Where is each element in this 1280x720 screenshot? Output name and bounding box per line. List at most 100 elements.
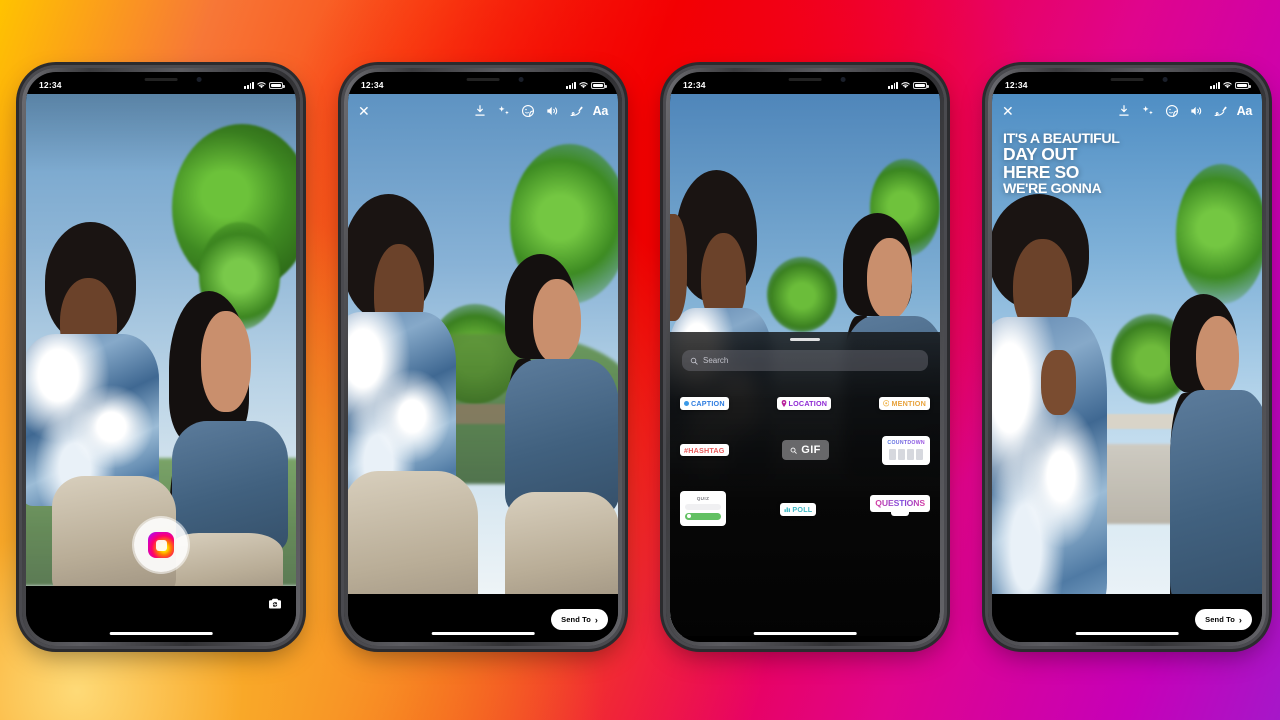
hashtag-sticker[interactable]: #HASHTAG bbox=[680, 444, 729, 457]
signal-bars-icon bbox=[244, 81, 254, 89]
send-to-button[interactable]: Send To › bbox=[1195, 609, 1252, 630]
camera-flip-icon[interactable] bbox=[266, 595, 284, 613]
quiz-option-blank bbox=[685, 503, 721, 510]
story-text-line-4: WE'RE GONNA bbox=[1003, 181, 1102, 198]
search-placeholder: Search bbox=[703, 356, 729, 366]
person-left bbox=[992, 194, 1138, 594]
front-camera-icon bbox=[1162, 77, 1168, 82]
hashtag-sticker-label: #HASHTAG bbox=[684, 445, 725, 455]
poll-bars-icon bbox=[784, 507, 790, 513]
quiz-sticker[interactable]: QUIZ bbox=[680, 490, 726, 526]
wifi-icon bbox=[257, 81, 266, 88]
story-text-overlay[interactable]: IT'S A BEAUTIFUL DAY OUT HERE SO WE'RE G… bbox=[1003, 132, 1252, 197]
wifi-icon bbox=[901, 81, 910, 88]
countdown-cells bbox=[889, 448, 924, 460]
face bbox=[533, 278, 581, 363]
camera-photo bbox=[26, 94, 296, 586]
location-sticker[interactable]: LOCATION bbox=[776, 397, 832, 410]
sticker-row-3: QUIZ POLL QUESTIONS bbox=[680, 490, 930, 526]
signal-bars-icon bbox=[888, 81, 898, 89]
notch bbox=[423, 72, 543, 89]
story-text-line-3: HERE SO bbox=[1003, 162, 1079, 183]
at-sign-icon bbox=[883, 400, 890, 407]
pants bbox=[504, 492, 618, 594]
front-camera-icon bbox=[518, 77, 524, 82]
speaker-grill bbox=[466, 78, 500, 81]
story-canvas: ✕ bbox=[348, 94, 618, 594]
music-volume-icon[interactable] bbox=[1189, 104, 1203, 118]
phone-capture-screen: 12:34 bbox=[26, 72, 296, 642]
caption-sticker-label: CAPTION bbox=[691, 398, 725, 408]
gif-sticker-label: GIF bbox=[801, 444, 821, 457]
home-indicator bbox=[431, 631, 535, 635]
status-indicators bbox=[244, 81, 285, 89]
chevron-right-icon: › bbox=[1238, 614, 1242, 625]
notch bbox=[1067, 72, 1187, 89]
sticker-row-2: #HASHTAG GIF COUNTDOWN bbox=[680, 435, 930, 465]
notch bbox=[745, 72, 865, 89]
sticker-grid: CAPTION LOCATION MENTION #HASHTAG GIF CO… bbox=[670, 371, 940, 526]
location-pin-icon bbox=[781, 400, 786, 408]
effects-sparkle-icon[interactable] bbox=[497, 104, 511, 118]
status-time: 12:34 bbox=[361, 80, 384, 90]
close-icon[interactable]: ✕ bbox=[1002, 104, 1014, 118]
phone-editor-screen: 12:34 ✕ Aa Send To › bbox=[348, 72, 618, 642]
battery-icon bbox=[913, 81, 929, 89]
speaker-grill bbox=[1110, 78, 1144, 81]
wifi-icon bbox=[1223, 81, 1232, 88]
search-icon bbox=[790, 447, 797, 454]
face bbox=[1196, 315, 1240, 397]
gif-sticker[interactable]: GIF bbox=[782, 440, 829, 461]
shutter-button[interactable] bbox=[134, 518, 188, 572]
close-icon[interactable]: ✕ bbox=[358, 104, 370, 118]
face bbox=[866, 237, 912, 319]
editor-toolbar: ✕ Aa bbox=[348, 94, 618, 128]
shutter-inner-gradient bbox=[148, 532, 174, 558]
mention-sticker[interactable]: MENTION bbox=[878, 397, 930, 410]
effects-sparkle-icon[interactable] bbox=[1141, 104, 1155, 118]
countdown-sticker[interactable]: COUNTDOWN bbox=[882, 435, 930, 465]
pants bbox=[348, 471, 478, 594]
face bbox=[201, 311, 252, 412]
phone-editor: 12:34 ✕ Aa Send To › bbox=[344, 68, 622, 646]
battery-icon bbox=[269, 81, 285, 89]
notch bbox=[101, 72, 221, 89]
sticker-icon[interactable] bbox=[1165, 104, 1179, 118]
caption-sticker[interactable]: CAPTION bbox=[680, 397, 729, 410]
signal-bars-icon bbox=[566, 81, 576, 89]
status-indicators bbox=[1210, 81, 1251, 89]
download-icon[interactable] bbox=[473, 104, 487, 118]
status-indicators bbox=[566, 81, 607, 89]
shirt bbox=[504, 359, 618, 513]
quiz-sticker-label: QUIZ bbox=[696, 495, 710, 501]
battery-icon bbox=[591, 81, 607, 89]
send-to-button[interactable]: Send To › bbox=[551, 609, 608, 630]
status-time: 12:34 bbox=[683, 80, 706, 90]
status-time: 12:34 bbox=[1005, 80, 1028, 90]
questions-sticker[interactable]: QUESTIONS bbox=[870, 494, 930, 512]
status-time: 12:34 bbox=[39, 80, 62, 90]
drag-handle[interactable] bbox=[790, 338, 820, 342]
download-icon[interactable] bbox=[1117, 104, 1131, 118]
music-volume-icon[interactable] bbox=[545, 104, 559, 118]
draw-icon[interactable] bbox=[569, 104, 583, 118]
text-icon[interactable]: Aa bbox=[593, 105, 609, 118]
camera-viewfinder bbox=[26, 94, 296, 586]
wifi-icon bbox=[579, 81, 588, 88]
poll-sticker[interactable]: POLL bbox=[779, 503, 817, 516]
sticker-icon[interactable] bbox=[521, 104, 535, 118]
caption-dot-icon bbox=[684, 401, 689, 407]
editor-toolbar: ✕ Aa bbox=[992, 94, 1262, 128]
text-icon[interactable]: Aa bbox=[1237, 105, 1253, 118]
phone-stickers: 12:34 Search CAPTION LOCATION MENTION #H… bbox=[666, 68, 944, 646]
phone-text-screen: 12:34 ✕ Aa IT'S A BEAUTIFUL DAY OUT HERE… bbox=[992, 72, 1262, 642]
draw-icon[interactable] bbox=[1213, 104, 1227, 118]
battery-icon bbox=[1235, 81, 1251, 89]
sticker-search-input[interactable]: Search bbox=[682, 350, 928, 372]
story-photo bbox=[348, 94, 618, 594]
sticker-tray: Search CAPTION LOCATION MENTION #HASHTAG… bbox=[670, 332, 940, 636]
phone-stickers-screen: 12:34 Search CAPTION LOCATION MENTION #H… bbox=[670, 72, 940, 642]
poll-sticker-label: POLL bbox=[792, 504, 813, 514]
promo-stage: 12:34 12:34 ✕ Aa Send To › 12:34 Search … bbox=[0, 0, 1280, 720]
shirt bbox=[171, 420, 289, 551]
